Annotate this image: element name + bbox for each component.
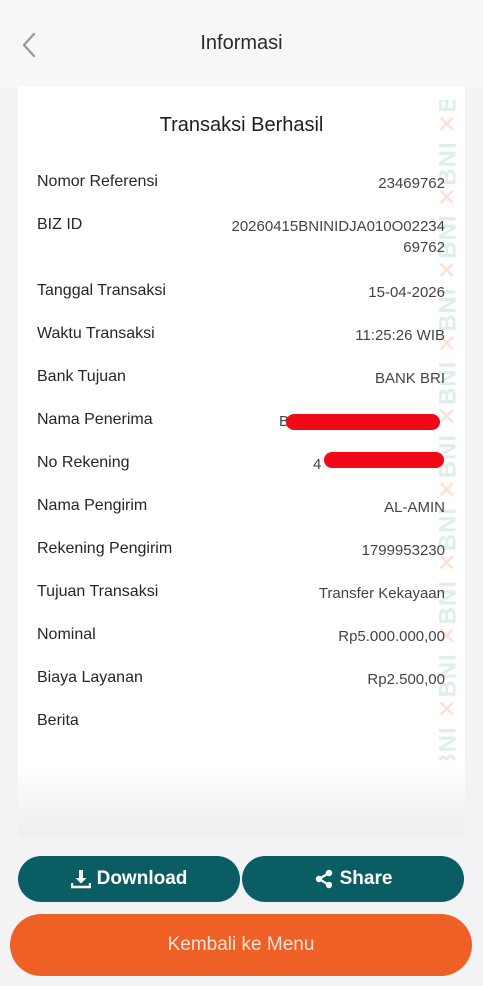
share-icon [315,869,332,889]
share-button-label: Share [339,868,393,889]
card-bottom-fade [18,766,465,836]
download-button[interactable]: Download [18,856,240,902]
redaction-mark [324,452,444,468]
page-title: Informasi [200,32,283,54]
back-to-menu-label: Kembali ke Menu [167,934,315,955]
transaction-receipt-card: ✕BNI ✕BNI ✕BNI ✕BNI ✕BNI ✕BNI ✕BNI ✕BNI … [18,86,465,836]
download-icon [70,870,91,889]
top-app-bar: Informasi [0,0,483,88]
download-button-label: Download [96,868,188,889]
redaction-mark [286,414,440,430]
transaction-status-title: Transaksi Berhasil [159,114,324,136]
back-to-menu-button[interactable]: Kembali ke Menu [10,914,472,976]
share-button[interactable]: Share [242,856,464,902]
